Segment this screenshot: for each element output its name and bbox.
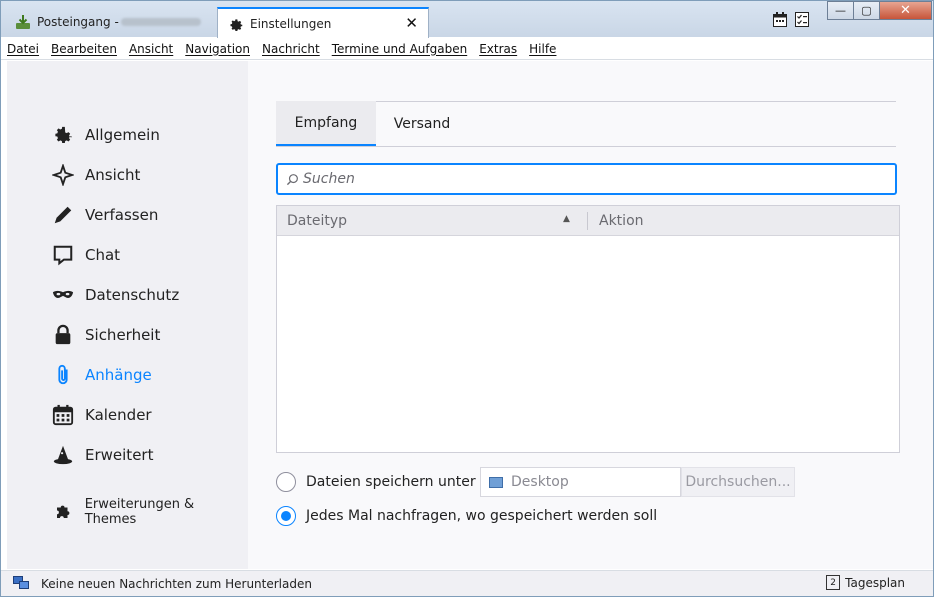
sidebar-item-sicherheit[interactable]: Sicherheit [51,321,160,349]
inbox-download-icon [15,14,31,30]
sidebar-item-label: Erweitert [85,446,154,464]
save-to-radio[interactable] [276,472,296,492]
tab-empfang[interactable]: Empfang [276,101,376,147]
gear-icon [228,16,244,32]
today-pane-label: Tagesplan [845,575,905,590]
menu-nachricht[interactable]: Nachricht [262,42,320,56]
menu-bearbeiten[interactable]: Bearbeiten [51,42,117,56]
sidebar-item-label: Sicherheit [85,326,161,344]
sidebar-item-extensions-themes[interactable]: Erweiterungen & Themes [51,497,248,527]
chat-bubble-icon [51,243,75,267]
calendar-toolbar-icon[interactable] [773,12,787,27]
search-input[interactable]: Suchen [276,163,897,195]
menu-bar: Datei Bearbeiten Ansicht Navigation Nach… [1,38,933,60]
sidebar-item-verfassen[interactable]: Verfassen [51,201,158,229]
sidebar-item-chat[interactable]: Chat [51,241,120,269]
menu-extras[interactable]: Extras [479,42,517,56]
tab-versand[interactable]: Versand [376,101,468,147]
menu-hilfe[interactable]: Hilfe [529,42,556,56]
thunderbird-window: Posteingang - Einstellungen ✕ — ▢ ✕ Date… [0,0,934,597]
sidebar-item-label: Anhänge [85,366,152,384]
attachments-pane: Empfang Versand Suchen Dateityp ▲ Aktion… [248,61,933,569]
column-header-action[interactable]: Aktion [599,213,644,229]
sidebar-item-erweitert[interactable]: Erweitert [51,441,153,469]
close-window-button[interactable]: ✕ [879,1,932,20]
lock-icon [51,323,75,347]
sidebar-item-label: Kalender [85,406,152,424]
always-ask-radio[interactable] [276,506,296,526]
sort-ascending-icon: ▲ [563,214,570,224]
always-ask-option[interactable]: Jedes Mal nachfragen, wo gespeichert wer… [276,504,657,528]
sidebar-item-datenschutz[interactable]: Datenschutz [51,281,179,309]
settings-sidebar: Allgemein Ansicht Verfassen Chat Datensc… [7,61,248,569]
sidebar-item-label: Verfassen [85,206,159,224]
calendar-icon [51,403,75,427]
puzzle-piece-icon [51,500,75,524]
tasks-toolbar-icon[interactable] [795,12,809,27]
tabs-divider [276,146,896,147]
search-icon [286,173,299,186]
menu-termine[interactable]: Termine und Aufgaben [332,42,467,56]
sidebar-item-label: Erweiterungen & Themes [84,497,195,527]
minimize-button[interactable]: — [827,1,853,20]
tab-inbox-label: Posteingang - [37,15,119,29]
sidebar-item-label: Datenschutz [85,286,180,304]
sidebar-item-ansicht[interactable]: Ansicht [51,161,140,189]
table-header: Dateityp ▲ Aktion [277,206,899,236]
sidebar-item-label: Chat [85,246,121,264]
close-tab-icon[interactable]: ✕ [405,14,418,32]
save-path-value: Desktop [511,474,569,490]
column-header-filetype[interactable]: Dateityp [287,213,347,229]
pane-tabs: Empfang Versand [276,101,896,147]
sidebar-item-label: Ansicht [85,166,141,184]
gear-icon [51,123,75,147]
column-separator[interactable] [587,212,588,230]
today-pane-toggle[interactable]: 2 Tagesplan [826,575,905,590]
maximize-button[interactable]: ▢ [853,1,879,20]
tab-inbox[interactable]: Posteingang - [7,7,215,37]
menu-ansicht[interactable]: Ansicht [129,42,173,56]
menu-navigation[interactable]: Navigation [185,42,250,56]
desktop-icon [489,476,503,488]
save-to-label: Dateien speichern unter [306,474,476,490]
tab-inbox-redacted [120,18,201,26]
sparkle-icon [51,163,75,187]
mask-icon [51,283,75,307]
paperclip-icon [51,363,75,387]
always-ask-label: Jedes Mal nachfragen, wo gespeichert wer… [306,508,658,524]
tab-settings[interactable]: Einstellungen ✕ [217,7,429,38]
title-bar: Posteingang - Einstellungen ✕ — ▢ ✕ [1,1,933,38]
pencil-icon [51,203,75,227]
today-calendar-icon: 2 [826,575,841,590]
network-status-icon [13,576,29,590]
search-placeholder: Suchen [303,171,355,187]
save-path-field: Desktop [480,467,681,497]
status-message: Keine neuen Nachrichten zum Herunterlade… [41,577,312,591]
filetype-table: Dateityp ▲ Aktion [276,205,900,453]
status-bar: Keine neuen Nachrichten zum Herunterlade… [1,570,933,596]
sidebar-item-kalender[interactable]: Kalender [51,401,152,429]
sidebar-item-anhaenge[interactable]: Anhänge [51,361,152,389]
save-to-option[interactable]: Dateien speichern unter [276,470,476,494]
sidebar-item-allgemein[interactable]: Allgemein [51,121,160,149]
browse-button[interactable]: Durchsuchen... [681,467,795,497]
menu-datei[interactable]: Datei [7,42,39,56]
wizard-hat-icon [51,443,75,467]
tab-settings-label: Einstellungen [250,16,332,31]
sidebar-item-label: Allgemein [85,126,160,144]
